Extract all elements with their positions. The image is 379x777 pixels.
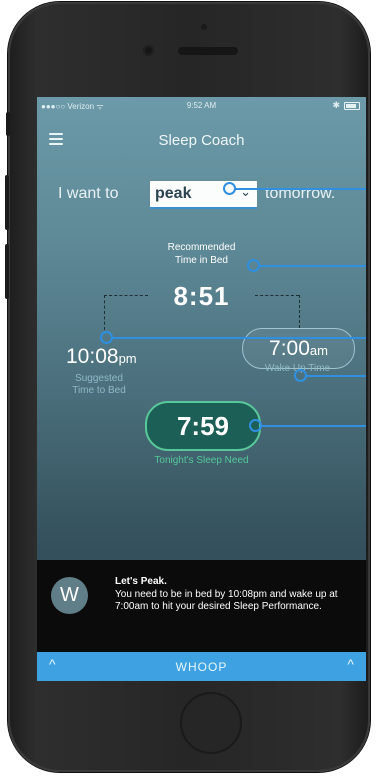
sleep-need-caption: Tonight's Sleep Need bbox=[154, 455, 249, 466]
bedtime-time: 10:08 bbox=[66, 345, 119, 368]
whoop-logo-icon: W bbox=[51, 577, 88, 614]
bracket-left-vertical bbox=[104, 295, 105, 330]
sleep-need-value: 7:59 bbox=[145, 401, 261, 451]
front-sensor bbox=[201, 24, 207, 30]
bedtime-caption-line1: Suggested bbox=[75, 373, 123, 384]
bottom-bar-label: WHOOP bbox=[175, 660, 228, 674]
recommended-label: Recommended Time in Bed bbox=[37, 241, 366, 267]
recommended-label-line1: Recommended bbox=[167, 242, 236, 253]
callout-line-goal bbox=[234, 188, 366, 190]
page-title: Sleep Coach bbox=[158, 132, 245, 149]
front-camera bbox=[143, 45, 154, 56]
earpiece-speaker bbox=[178, 47, 238, 55]
callout-line-wake bbox=[305, 375, 366, 377]
callout-line-recommended bbox=[258, 265, 366, 267]
coach-message-heading: Let's Peak. bbox=[115, 576, 167, 587]
recommended-time-value: 8:51 bbox=[173, 281, 230, 311]
goal-prefix: I want to bbox=[58, 185, 119, 202]
chevron-down-icon: ⌄ bbox=[240, 184, 251, 199]
bracket-right-horizontal bbox=[255, 295, 299, 296]
callout-line-bedtime bbox=[111, 337, 366, 339]
goal-select-value: peak bbox=[155, 185, 192, 202]
status-time: 9:52 AM bbox=[186, 101, 217, 110]
bedtime-ampm: pm bbox=[118, 351, 137, 366]
goal-select[interactable]: peak ⌄ bbox=[150, 181, 257, 209]
volume-down-button bbox=[5, 244, 9, 299]
bracket-right-vertical bbox=[299, 295, 300, 328]
wake-time: 7:00 bbox=[269, 337, 310, 360]
bracket-left-horizontal bbox=[104, 295, 148, 296]
chevron-up-icon[interactable]: ^ bbox=[347, 656, 354, 672]
callout-line-need bbox=[260, 425, 366, 427]
mute-switch bbox=[6, 112, 10, 136]
bedtime-caption-line2: Time to Bed bbox=[72, 385, 126, 396]
status-bar: ●●●○○ Verizon ᯤ 9:52 AM ✱ bbox=[37, 97, 366, 115]
bottom-bar[interactable]: ^ WHOOP ^ bbox=[37, 652, 366, 681]
bedtime-caption: Suggested Time to Bed bbox=[64, 373, 134, 397]
app-screen: ●●●○○ Verizon ᯤ 9:52 AM ✱ Sleep Coach I … bbox=[37, 97, 366, 681]
coach-message-panel: W Let's Peak. You need to be in bed by 1… bbox=[37, 560, 366, 654]
battery-icon bbox=[344, 102, 360, 110]
bedtime-value[interactable]: 10:08pm bbox=[66, 345, 137, 369]
wake-ampm: am bbox=[309, 343, 328, 358]
bluetooth-icon: ✱ bbox=[332, 100, 340, 110]
coach-message-body: You need to be in bed by 10:08pm and wak… bbox=[115, 589, 338, 612]
home-button[interactable] bbox=[180, 692, 242, 754]
volume-up-button bbox=[5, 175, 9, 230]
